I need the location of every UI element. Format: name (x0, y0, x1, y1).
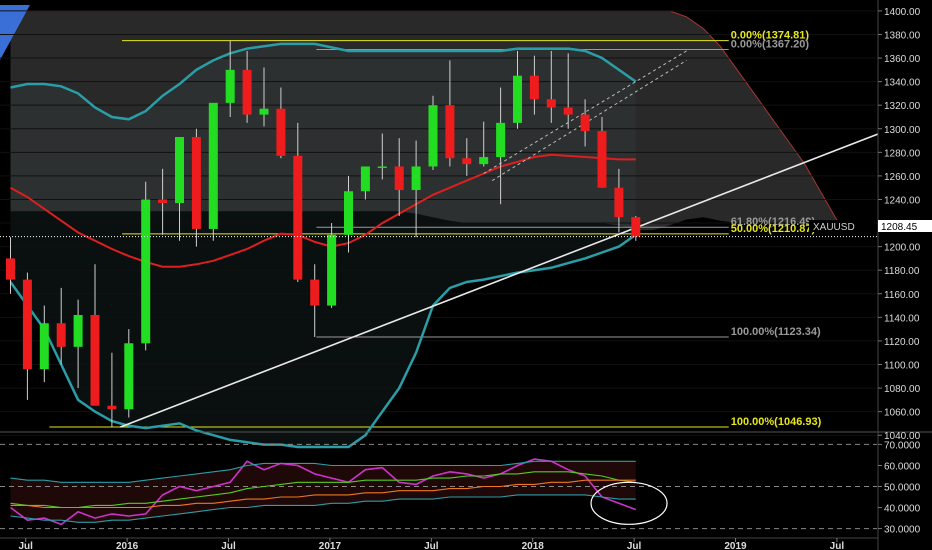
time-tick-label: 2018 (522, 541, 545, 550)
candle-body (6, 258, 15, 280)
candle-body (462, 158, 472, 165)
last-price-tag: 1208.45 XAUUSD (809, 220, 932, 233)
time-tick-label: Jul (221, 541, 236, 550)
candle-body (276, 108, 286, 156)
last-price-value: 1208.45 (881, 222, 918, 233)
candle-body (546, 99, 556, 108)
price-tick-label: 1260.00 (884, 172, 921, 183)
candle-body (327, 234, 337, 306)
candle-body (90, 314, 100, 406)
candle-body (614, 187, 624, 218)
candle-body (496, 122, 506, 158)
candle-body (479, 157, 489, 165)
candle-body (293, 155, 303, 280)
price-tick-label: 1380.00 (884, 30, 921, 41)
price-tick-label: 1120.00 (884, 337, 920, 348)
time-tick-label: Jul (424, 541, 439, 550)
rsi-tick-label: 40.0000 (884, 504, 921, 515)
candle-body (580, 114, 590, 132)
price-tick-label: 1060.00 (884, 408, 921, 419)
fib-level-label: 50.00%(1210.87) (731, 223, 816, 235)
candle-body (225, 69, 235, 103)
candle-body (394, 166, 404, 191)
fib-level-label: 100.00%(1123.34) (731, 326, 821, 338)
price-tick-label: 1360.00 (884, 54, 921, 65)
candle-body (310, 279, 320, 306)
price-tick-label: 1400.00 (884, 7, 921, 18)
xauusd-chart[interactable]: 0.00%(1374.81)0.00%(1367.20)61.80%(1216.… (0, 0, 932, 550)
time-tick-label: Jul (627, 541, 642, 550)
candle-body (208, 102, 218, 229)
candle-body (631, 217, 641, 237)
candle-body (141, 199, 151, 344)
price-tick-label: 1280.00 (884, 148, 921, 159)
candle-body (107, 405, 117, 410)
candle-body (360, 166, 370, 192)
candle-body (56, 323, 66, 347)
time-tick-label: 2017 (319, 541, 342, 550)
candle-body (513, 75, 522, 123)
candle-body (445, 105, 455, 159)
fib-level-label: 100.00%(1046.93) (731, 416, 822, 428)
rsi-tick-label: 30.0000 (884, 525, 921, 536)
candle-body (597, 131, 607, 188)
price-tick-label: 1240.00 (884, 195, 921, 206)
candle-body (39, 323, 49, 370)
price-tick-label: 1340.00 (884, 78, 921, 89)
rsi-tick-label: 70.0000 (884, 440, 921, 451)
candle-body (242, 69, 252, 115)
price-tick-label: 1300.00 (884, 125, 921, 136)
rsi-tick-label: 50.0000 (884, 483, 921, 494)
time-tick-label: Jul (18, 541, 33, 550)
candle-body (377, 166, 387, 168)
rsi-tick-label: 60.0000 (884, 461, 921, 472)
candle-body (73, 314, 83, 347)
price-tick-label: 1200.00 (884, 243, 921, 254)
candle-body (124, 343, 134, 410)
fib-level-label: 0.00%(1367.20) (731, 39, 810, 51)
time-tick-label: Jul (830, 541, 845, 550)
price-tick-label: 1180.00 (884, 266, 920, 277)
symbol-label: XAUUSD (813, 222, 855, 233)
price-tick-label: 1140.00 (884, 313, 920, 324)
price-tick-label: 1320.00 (884, 101, 921, 112)
candle-body (344, 191, 353, 235)
candle-body (22, 279, 32, 370)
candle-body (175, 137, 184, 204)
candle-body (428, 105, 438, 167)
price-tick-label: 1160.00 (884, 290, 920, 301)
candle-body (563, 107, 573, 115)
time-tick-label: 2019 (724, 541, 747, 550)
time-tick-label: 2016 (116, 541, 139, 550)
candle-body (411, 166, 421, 191)
price-tick-label: 1100.00 (884, 360, 920, 371)
candle-body (158, 199, 168, 204)
candle-body (191, 137, 201, 229)
candle-body (529, 75, 539, 100)
candle-body (259, 108, 269, 115)
price-tick-label: 1080.00 (884, 384, 921, 395)
